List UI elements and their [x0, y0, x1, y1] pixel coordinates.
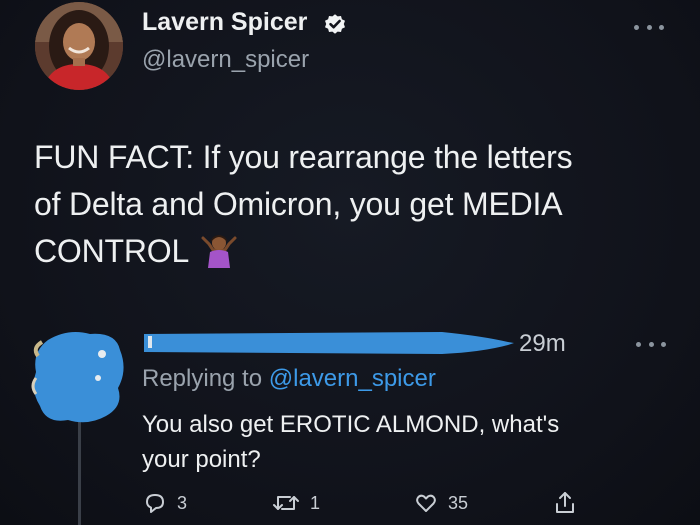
tweet-text-line: FUN FACT: If you rearrange the letters — [34, 139, 573, 175]
like-count: 35 — [448, 492, 469, 513]
author-name[interactable]: Lavern Spicer — [142, 8, 307, 37]
reply-action-button[interactable]: 3 — [143, 488, 187, 518]
reply-icon — [146, 494, 164, 513]
author-handle[interactable]: @lavern_spicer — [142, 46, 309, 74]
tweet-screenshot: Lavern Spicer @lavern_spicer FUN FACT: I… — [0, 0, 700, 525]
replying-to-line: Replying to @lavern_spicer — [142, 365, 436, 393]
like-action-button[interactable]: 35 — [414, 488, 468, 518]
author-avatar[interactable] — [35, 2, 123, 90]
reply-text-line: your point? — [142, 446, 261, 473]
retweet-count: 1 — [310, 492, 321, 513]
tweet-text-line: of Delta and Omicron, you get MEDIA — [34, 186, 563, 222]
reply-timestamp[interactable]: 29m — [519, 330, 566, 358]
reply-count: 3 — [177, 492, 188, 513]
more-options-icon[interactable] — [636, 337, 666, 351]
share-action-button[interactable] — [553, 488, 577, 518]
reply-text: You also get EROTIC ALMOND, what's your … — [142, 407, 662, 477]
tweet-text: FUN FACT: If you rearrange the letters o… — [34, 134, 684, 275]
reply-author-name-redacted — [144, 332, 514, 354]
tweet-text-line-last: CONTROL — [34, 228, 684, 275]
like-icon — [416, 494, 436, 512]
thread-connector-line — [78, 420, 81, 525]
retweet-icon — [273, 496, 299, 510]
share-icon — [556, 492, 574, 513]
replying-to-mention-link[interactable]: @lavern_spicer — [269, 365, 436, 392]
verified-badge-icon — [325, 14, 345, 34]
retweet-action-button[interactable]: 1 — [272, 488, 320, 518]
reply-author-avatar-redacted — [31, 332, 124, 423]
person-shrugging-emoji-icon — [201, 235, 237, 268]
tweet-text-line: CONTROL — [34, 233, 190, 269]
replying-to-prefix: Replying to — [142, 365, 263, 392]
reply-text-line: You also get EROTIC ALMOND, what's — [142, 411, 560, 438]
more-options-icon[interactable] — [634, 20, 664, 34]
